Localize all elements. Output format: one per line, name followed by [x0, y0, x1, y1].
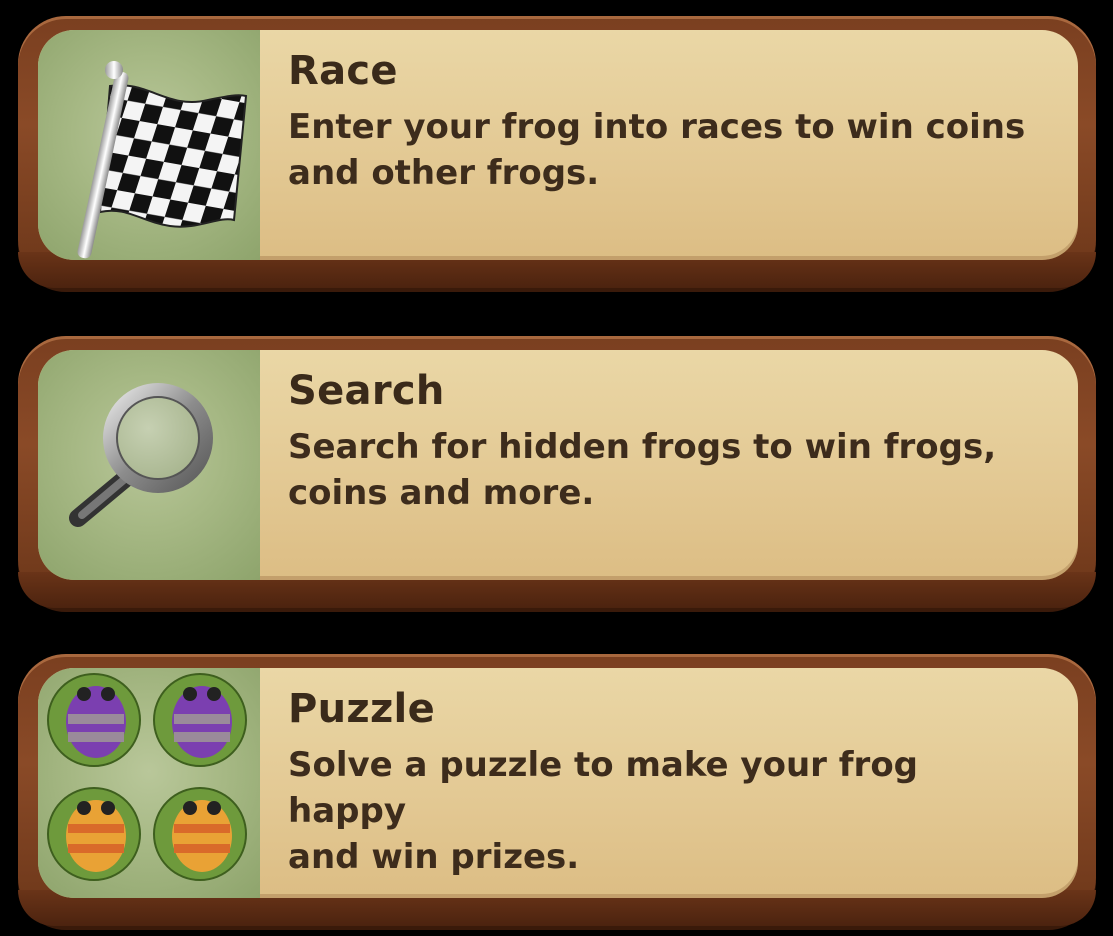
purple-frog-icon — [66, 686, 126, 758]
puzzle-panel: Puzzle Solve a puzzle to make your frog … — [38, 668, 1078, 898]
puzzle-description-line2: and win prizes. — [288, 837, 580, 877]
puzzle-description-line1: Solve a puzzle to make your frog happy — [288, 745, 919, 831]
magnifying-glass-icon — [69, 383, 213, 527]
search-title: Search — [288, 368, 445, 414]
race-title: Race — [288, 48, 398, 94]
race-description-line2: and other frogs. — [288, 153, 600, 193]
search-description-line2: coins and more. — [288, 473, 595, 513]
search-text: Search Search for hidden frogs to win fr… — [288, 368, 1038, 516]
puzzle-menu-item[interactable]: Puzzle Solve a puzzle to make your frog … — [18, 654, 1096, 926]
search-icon-box — [38, 350, 260, 580]
frog-puzzle-icon — [47, 673, 247, 881]
race-icon-box — [38, 30, 260, 260]
puzzle-icon-box — [38, 668, 260, 898]
race-panel: Race Enter your frog into races to win c… — [38, 30, 1078, 260]
puzzle-text: Puzzle Solve a puzzle to make your frog … — [288, 686, 1038, 880]
race-menu-item[interactable]: Race Enter your frog into races to win c… — [18, 16, 1096, 288]
race-text: Race Enter your frog into races to win c… — [288, 48, 1038, 196]
race-description-line1: Enter your frog into races to win coins — [288, 107, 1026, 147]
search-panel: Search Search for hidden frogs to win fr… — [38, 350, 1078, 580]
puzzle-title: Puzzle — [288, 686, 435, 732]
search-description-line1: Search for hidden frogs to win frogs, — [288, 427, 997, 467]
search-menu-item[interactable]: Search Search for hidden frogs to win fr… — [18, 336, 1096, 608]
checkered-flag-icon — [77, 61, 248, 259]
